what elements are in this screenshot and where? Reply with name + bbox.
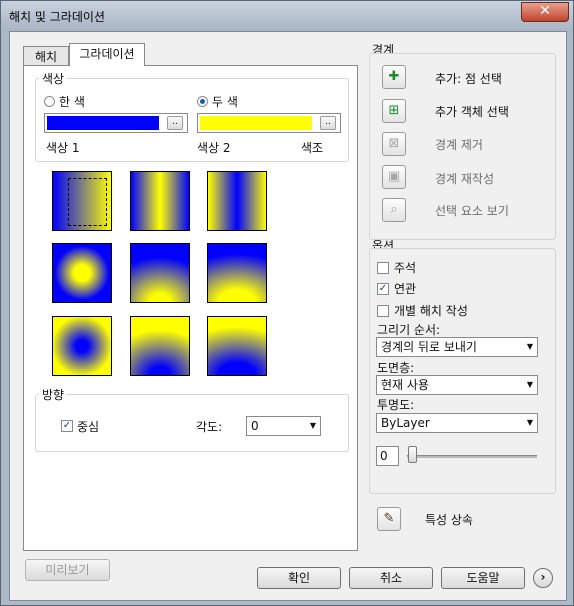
recreate-boundary-icon[interactable]: ▣ <box>382 165 406 189</box>
tint-label: 색조 <box>301 141 324 155</box>
pattern-linear-left[interactable] <box>52 171 112 231</box>
associative-checkbox[interactable]: ✓ <box>377 283 389 295</box>
layer-label: 도면층: <box>377 361 415 375</box>
color2-picker-button[interactable]: .. <box>320 116 336 130</box>
transparency-dropdown[interactable]: ByLayer ▼ <box>376 413 538 433</box>
two-color-radio[interactable] <box>197 96 208 107</box>
color1-field: .. <box>44 113 188 133</box>
remove-boundaries-label[interactable]: 경계 제거 <box>435 136 483 153</box>
select-objects-icon[interactable]: ⊞ <box>382 99 406 123</box>
orientation-group-title: 방향 <box>39 386 68 403</box>
tab-gradient-label: 그라데이션 <box>79 47 135 61</box>
transparency-number-field[interactable]: 0 <box>376 446 399 466</box>
remove-boundaries-icon[interactable]: ⊠ <box>382 132 406 156</box>
dialog-client-area: 해치 그라데이션 색상 한 색 두 색 .. .. 색상 1 색상 2 색조 방… <box>9 31 567 601</box>
draw-order-label: 그리기 순서: <box>377 323 441 337</box>
layer-dropdown[interactable]: 현재 사용 ▼ <box>376 375 538 395</box>
color-group-title: 색상 <box>39 70 68 87</box>
pick-points-icon[interactable]: ✚ <box>382 65 406 89</box>
transparency-label: 투명도: <box>377 398 415 412</box>
help-button[interactable]: 도움말 <box>441 567 525 589</box>
color1-swatch <box>47 116 159 130</box>
cancel-button[interactable]: 취소 <box>349 567 433 589</box>
chevron-down-icon: ▼ <box>526 342 533 351</box>
two-color-label: 두 색 <box>212 95 238 109</box>
angle-value: 0 <box>251 419 259 433</box>
chevron-down-icon: ▼ <box>309 421 316 430</box>
pattern-inverse-hemispherical[interactable] <box>130 316 190 376</box>
separate-hatches-label: 개별 해치 작성 <box>394 304 468 318</box>
transparency-number: 0 <box>380 449 388 463</box>
pattern-spherical[interactable] <box>52 243 112 303</box>
pattern-inverse-cylinder[interactable] <box>207 171 267 231</box>
pattern-hemispherical[interactable] <box>130 243 190 303</box>
pattern-cylinder[interactable] <box>130 171 190 231</box>
color2-field: .. <box>197 113 341 133</box>
gradient-tab-panel: 색상 한 색 두 색 .. .. 색상 1 색상 2 색조 방향 ✓ 중심 각도… <box>23 65 358 551</box>
add-select-objects-label[interactable]: 추가 객체 선택 <box>435 103 509 120</box>
recreate-boundary-label[interactable]: 경계 재작성 <box>435 170 494 187</box>
draw-order-value: 경계의 뒤로 보내기 <box>381 340 477 354</box>
chevron-down-icon: ▼ <box>526 380 533 389</box>
chevron-down-icon: ▼ <box>526 418 533 427</box>
pattern-inverse-curved[interactable] <box>207 316 267 376</box>
inherit-properties-icon[interactable]: ✎ <box>377 507 401 531</box>
view-selections-icon[interactable]: ⌕ <box>382 198 406 222</box>
add-pick-points-label[interactable]: 추가: 점 선택 <box>435 70 502 87</box>
annotative-label: 주석 <box>394 261 417 275</box>
tab-hatch-label: 해치 <box>34 50 58 64</box>
window-title: 해치 및 그라데이션 <box>9 10 105 24</box>
color1-label: 색상 1 <box>46 141 80 155</box>
pattern-curved[interactable] <box>207 243 267 303</box>
layer-value: 현재 사용 <box>381 378 429 392</box>
pattern-inverse-spherical[interactable] <box>52 316 112 376</box>
one-color-label: 한 색 <box>59 95 85 109</box>
draw-order-dropdown[interactable]: 경계의 뒤로 보내기 ▼ <box>376 337 538 357</box>
more-options-button[interactable]: › <box>533 568 553 588</box>
transparency-value: ByLayer <box>381 416 430 430</box>
associative-label: 연관 <box>394 282 417 296</box>
color1-picker-button[interactable]: .. <box>167 116 183 130</box>
color2-swatch <box>200 116 312 130</box>
ok-button[interactable]: 확인 <box>257 567 341 589</box>
one-color-radio[interactable] <box>44 96 55 107</box>
view-selections-label[interactable]: 선택 요소 보기 <box>435 202 509 219</box>
tab-hatch[interactable]: 해치 <box>23 46 69 66</box>
color2-label: 색상 2 <box>197 141 231 155</box>
transparency-slider-track[interactable] <box>407 455 537 458</box>
centered-checkbox[interactable]: ✓ <box>61 420 73 432</box>
annotative-checkbox[interactable] <box>377 262 389 274</box>
angle-label: 각도: <box>196 420 223 434</box>
dialog-window: 해치 및 그라데이션 ✕ 해치 그라데이션 색상 한 색 두 색 .. .. 색… <box>0 0 574 606</box>
selected-focus-rect <box>68 178 107 226</box>
transparency-slider-thumb[interactable] <box>408 446 417 463</box>
title-bar[interactable]: 해치 및 그라데이션 ✕ <box>1 1 573 31</box>
angle-dropdown[interactable]: 0 ▼ <box>246 416 321 436</box>
close-button[interactable]: ✕ <box>521 2 569 22</box>
inherit-properties-label[interactable]: 특성 상속 <box>425 511 473 528</box>
separate-hatches-checkbox[interactable] <box>377 305 389 317</box>
centered-label: 중심 <box>77 420 100 434</box>
tab-gradient[interactable]: 그라데이션 <box>69 43 145 66</box>
preview-button[interactable]: 미리보기 <box>25 559 110 581</box>
